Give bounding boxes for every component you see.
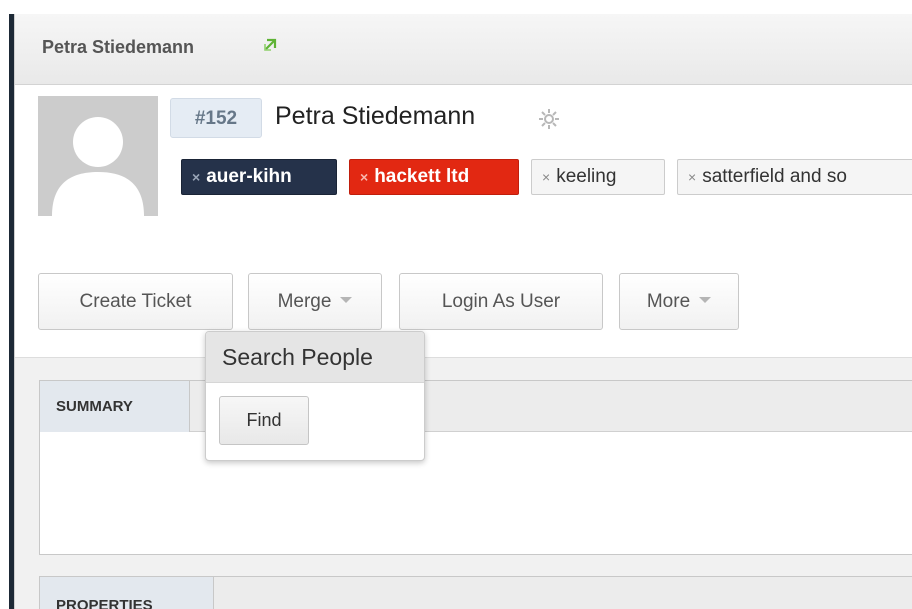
user-id-badge: #152 [170, 98, 262, 138]
chevron-down-icon [699, 296, 712, 303]
gear-icon[interactable] [538, 108, 560, 130]
merge-search-popover: Search People Find [205, 331, 425, 461]
avatar-placeholder-icon [38, 96, 158, 216]
tag-remove-icon[interactable]: × [542, 160, 550, 194]
tag-auer-kihn[interactable]: × auer-kihn [181, 159, 337, 195]
summary-section: SUMMARY [39, 380, 912, 555]
external-link-icon[interactable] [263, 38, 277, 52]
tag-remove-icon[interactable]: × [688, 160, 696, 194]
merge-button[interactable]: Merge [248, 273, 382, 330]
create-ticket-button[interactable]: Create Ticket [38, 273, 233, 330]
tag-hackett-ltd[interactable]: × hackett ltd [349, 159, 519, 195]
user-profile-view: Petra Stiedemann #152 Petra Stiedemann ×… [0, 0, 912, 609]
avatar [38, 96, 158, 216]
top-margin [14, 0, 912, 14]
tag-satterfield[interactable]: × satterfield and so [677, 159, 912, 195]
login-as-user-label: Login As User [441, 291, 561, 312]
find-button[interactable]: Find [219, 396, 309, 445]
tag-label: hackett ltd [374, 166, 470, 187]
tag-label: auer-kihn [206, 166, 292, 187]
chevron-down-icon [340, 296, 353, 303]
tag-remove-icon[interactable]: × [360, 160, 368, 194]
create-ticket-label: Create Ticket [79, 291, 192, 312]
more-label: More [646, 291, 691, 312]
properties-section: PROPERTIES [39, 576, 912, 609]
tag-label: keeling [556, 166, 617, 187]
more-button[interactable]: More [619, 273, 739, 330]
summary-header: SUMMARY [40, 381, 912, 432]
popover-title: Search People [206, 332, 424, 383]
tag-label: satterfield and so [702, 166, 847, 187]
login-as-user-button[interactable]: Login As User [399, 273, 603, 330]
tag-remove-icon[interactable]: × [192, 160, 200, 194]
tag-keeling[interactable]: × keeling [531, 159, 665, 195]
panel-title: Petra Stiedemann [42, 37, 195, 57]
merge-label: Merge [277, 291, 332, 312]
panel-header: Petra Stiedemann [15, 14, 912, 85]
profile-panel: Petra Stiedemann #152 Petra Stiedemann ×… [14, 14, 912, 609]
tab-summary[interactable]: SUMMARY [40, 381, 190, 432]
tab-properties[interactable]: PROPERTIES [40, 577, 214, 609]
user-name: Petra Stiedemann [275, 102, 476, 130]
